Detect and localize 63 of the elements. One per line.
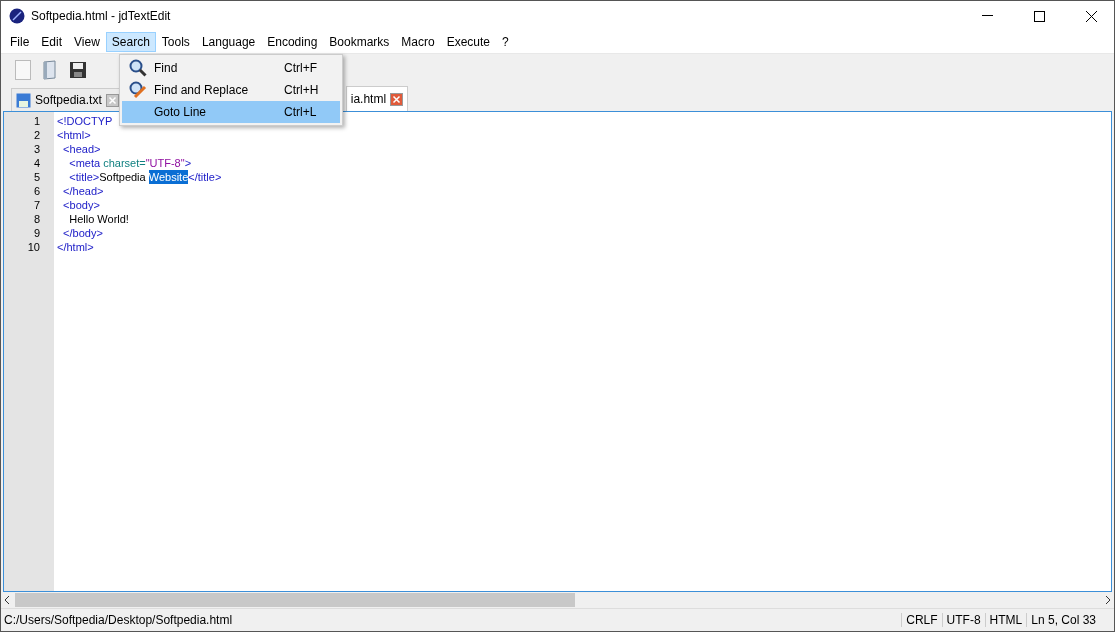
menu-item[interactable]: Tools — [155, 32, 196, 52]
status-field: UTF-8 — [941, 613, 985, 627]
file-tab[interactable]: ia.html — [345, 86, 409, 111]
scrollbar-thumb[interactable] — [15, 593, 575, 607]
new-file-icon[interactable] — [15, 60, 31, 80]
close-icon — [1085, 10, 1097, 22]
floppy-icon — [16, 92, 31, 108]
book-icon[interactable] — [41, 60, 59, 80]
menu-item[interactable]: Execute — [440, 32, 497, 52]
app-logo-icon — [9, 8, 25, 24]
code-text: <meta — [68, 156, 102, 170]
menu-item[interactable]: ? — [496, 32, 515, 52]
close-icon[interactable] — [105, 93, 119, 107]
status-field: CRLF — [901, 613, 942, 627]
code-text: </head> — [62, 184, 104, 198]
scroll-left-icon[interactable] — [3, 595, 11, 605]
magnifier-pencil-icon — [129, 81, 147, 99]
close-icon[interactable] — [390, 92, 404, 106]
window-title: Softpedia.html - jdTextEdit — [31, 9, 172, 23]
magnifier-icon — [129, 59, 147, 77]
menu-item[interactable]: Bookmarks — [323, 32, 396, 52]
menu-entry[interactable]: Find and Replace Ctrl+H — [122, 79, 340, 101]
menu-item[interactable]: View — [68, 32, 106, 52]
status-field: Ln 5, Col 33 — [1026, 613, 1100, 627]
code-text: <body> — [62, 198, 100, 212]
line-number: 5 — [32, 170, 41, 184]
save-icon[interactable] — [69, 61, 87, 79]
line-number: 6 — [32, 184, 41, 198]
line-number: 3 — [32, 142, 41, 156]
code-text: charset= — [103, 156, 146, 170]
menu-item[interactable]: File — [4, 32, 36, 52]
code-text: Softpedia — [99, 170, 147, 184]
code-text: <title> — [68, 170, 100, 184]
scroll-right-icon[interactable] — [1104, 595, 1112, 605]
code-text: </body> — [62, 226, 103, 240]
menu-item[interactable]: Macro — [395, 32, 441, 52]
menu-item[interactable]: Search — [105, 32, 156, 52]
menu-item[interactable]: Encoding — [261, 32, 324, 52]
code-text: > — [184, 156, 192, 170]
maximize-icon — [1033, 10, 1045, 22]
code-text: <head> — [62, 142, 101, 156]
code-text: </html> — [57, 240, 94, 254]
line-number: 4 — [32, 156, 41, 170]
line-number: 2 — [32, 128, 41, 142]
minimize-icon — [981, 15, 993, 17]
menu-item[interactable]: Edit — [35, 32, 69, 52]
status-field: HTML — [984, 613, 1027, 627]
code-text: "UTF-8" — [145, 156, 185, 170]
line-number: 8 — [32, 212, 41, 226]
tab-label: ia.html — [350, 92, 387, 106]
line-number: 10 — [26, 240, 41, 254]
code-text: <html> — [57, 128, 91, 142]
code-text: </title> — [188, 170, 222, 184]
tab-label: Softpedia.txt — [35, 93, 102, 107]
line-number: 9 — [32, 226, 41, 240]
menu-entry[interactable]: Goto Line Ctrl+L — [122, 101, 340, 123]
code-text: <!DOCTYP — [57, 114, 113, 128]
line-number: 1 — [32, 114, 41, 128]
menu-entry[interactable]: Find Ctrl+F — [122, 57, 340, 79]
file-path: C:/Users/Softpedia/Desktop/Softpedia.html — [3, 613, 234, 627]
code-text: Hello World! — [68, 212, 129, 226]
menu-item[interactable]: Language — [195, 32, 262, 52]
line-number: 7 — [32, 198, 41, 212]
